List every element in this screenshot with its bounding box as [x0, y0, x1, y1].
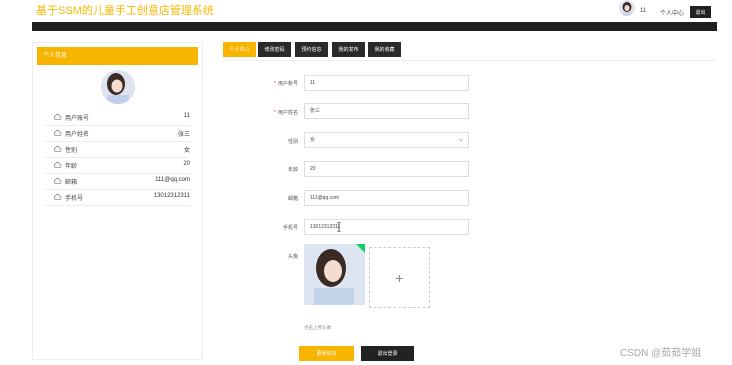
tab-my-posts[interactable]: 我的发布 — [332, 42, 365, 57]
gender-label: 性别 — [287, 139, 298, 145]
info-row-name: 用户姓名 张三 — [44, 125, 190, 142]
tab-user-center[interactable]: 个人中心 — [223, 42, 256, 57]
tabs-divider — [223, 60, 717, 61]
age-label: 年龄 — [287, 167, 298, 173]
home-icon — [54, 113, 61, 120]
gender-select[interactable]: 女 — [304, 132, 469, 148]
info-value: 13012312311 — [153, 193, 190, 199]
account-field[interactable]: 11 — [304, 75, 469, 91]
email-field[interactable]: 111@qq.com — [304, 190, 469, 206]
profile-panel: 个人信息 用户账号 11 用户姓名 张三 性别 女 年龄 20 邮箱 111@q… — [32, 42, 203, 360]
tab-change-password[interactable]: 修改密码 — [258, 42, 291, 57]
uploaded-avatar[interactable] — [304, 244, 365, 305]
info-label: 手机号 — [65, 196, 84, 202]
phone-label: 手机号 — [282, 225, 298, 231]
info-value: 女 — [183, 148, 190, 154]
info-label: 性别 — [65, 148, 78, 154]
info-value: 张三 — [177, 132, 190, 138]
chevron-down-icon — [458, 138, 464, 142]
info-row-phone: 手机号 13012312311 — [44, 189, 190, 206]
text-cursor-icon — [337, 222, 341, 232]
phone-field[interactable]: 13012312311 — [304, 219, 469, 235]
gender-value: 女 — [310, 137, 316, 143]
name-label: * 用户姓名 — [274, 110, 298, 116]
home-icon — [54, 177, 61, 184]
home-icon — [54, 145, 61, 152]
panel-avatar — [101, 70, 135, 104]
name-field[interactable]: 张三 — [304, 103, 469, 119]
info-value: 111@qq.com — [155, 177, 190, 183]
avatar-photo-icon — [619, 0, 635, 16]
success-check-icon — [356, 244, 365, 253]
tab-bookings[interactable]: 预约信息 — [295, 42, 328, 57]
info-label: 用户姓名 — [65, 132, 90, 138]
info-value: 20 — [183, 161, 190, 167]
user-center-link[interactable]: 个人中心 — [660, 8, 684, 17]
info-row-age: 年龄 20 — [44, 157, 190, 174]
info-row-gender: 性别 女 — [44, 141, 190, 158]
home-icon — [54, 161, 61, 168]
avatar-upload-button[interactable]: + — [369, 247, 430, 308]
update-info-button[interactable]: 更新信息 — [299, 346, 354, 361]
avatar-label: 头像 — [287, 254, 298, 260]
nav-bar — [32, 22, 717, 31]
tab-my-favorites[interactable]: 我的收藏 — [368, 42, 401, 57]
home-icon — [54, 193, 61, 200]
plus-icon: + — [395, 269, 404, 286]
watermark: CSDN @茹茹学姐 — [620, 348, 702, 359]
panel-title: 个人信息 — [37, 47, 198, 65]
age-field[interactable]: 20 — [304, 161, 469, 177]
info-row-email: 邮箱 111@qq.com — [44, 173, 190, 190]
top-header: 基于SSM的儿童手工创意店管理系统 11 个人中心 退出 — [0, 0, 732, 22]
header-avatar[interactable] — [619, 0, 635, 16]
info-value: 11 — [183, 113, 190, 119]
home-icon — [54, 129, 61, 136]
info-row-account: 用户账号 11 — [44, 109, 190, 126]
info-label: 年龄 — [65, 164, 78, 170]
header-logout-button[interactable]: 退出 — [690, 6, 711, 18]
upload-hint: 点击上传头像 — [304, 325, 331, 330]
logout-button[interactable]: 退出登录 — [361, 346, 414, 361]
avatar-photo-icon — [101, 70, 135, 104]
account-label: * 用户账号 — [274, 81, 298, 87]
info-label: 用户账号 — [65, 116, 90, 122]
email-label: 邮箱 — [287, 196, 298, 202]
header-username: 11 — [640, 8, 647, 14]
avatar-photo-icon — [304, 244, 365, 305]
info-label: 邮箱 — [65, 180, 78, 186]
site-title: 基于SSM的儿童手工创意店管理系统 — [36, 5, 214, 17]
